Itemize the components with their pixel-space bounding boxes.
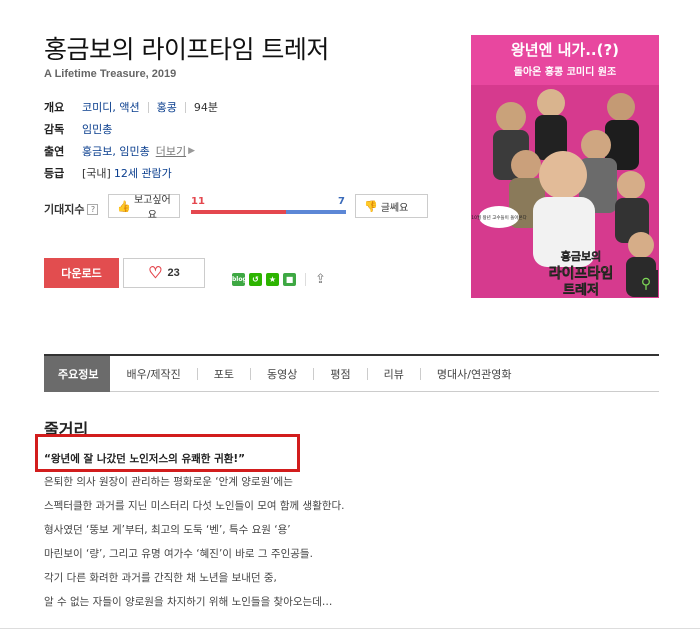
not-sure-button[interactable]: 👎 글쎄요: [355, 194, 428, 218]
synopsis-line: 각기 다른 화려한 과거를 간직한 채 노년을 보내던 중,: [44, 572, 277, 584]
synopsis-line: 형사였던 ‘뚱보 게’부터, 최고의 도둑 ‘벤’, 특수 요원 ‘용’: [44, 524, 291, 536]
cafe-share-icon[interactable]: ↺: [249, 273, 262, 286]
synopsis-text: 은퇴한 의사 원장이 관리하는 평화로운 ‘안계 양로원’에는 스펙터클한 과거…: [44, 470, 464, 614]
thumb-down-icon: 👎: [364, 200, 378, 213]
want-count: 11: [191, 196, 205, 207]
movie-poster[interactable]: 왕년엔 내가..(?) 돌아온 홍콩 코미디 원조 10월 왕년 고수들이 돌아…: [471, 35, 659, 298]
tab-rating[interactable]: 평점: [314, 356, 366, 392]
poster-title-line1: 홍금보의: [561, 249, 601, 263]
overview-label: 개요: [44, 101, 65, 114]
director-label: 감독: [44, 123, 65, 136]
director-link[interactable]: 임민총: [82, 121, 112, 137]
info-row-cast: 출연 홍금보, 임민총 더보기 ▶: [44, 140, 444, 162]
rating-prefix: [국내]: [82, 167, 111, 180]
movie-title: 홍금보의 라이프타임 트레저: [44, 35, 329, 64]
help-icon[interactable]: ?: [87, 203, 99, 215]
thumb-up-icon: 👍: [117, 200, 131, 213]
synopsis-line: 스펙터클한 과거를 지닌 미스터리 다섯 노인들이 모여 함께 생활한다.: [44, 500, 345, 512]
info-row-director: 감독 임민총: [44, 118, 444, 140]
share-icons: blog ↺ ★ ■ ⇪: [232, 272, 326, 287]
zoom-icon[interactable]: ⚲: [634, 270, 658, 297]
chevron-right-icon: ▶: [188, 146, 196, 156]
not-want-bar-fill: [285, 210, 346, 214]
synopsis-line: 마린보이 ‘량’, 그리고 유명 여가수 ‘혜진’이 바로 그 주인공들.: [44, 548, 313, 560]
expectation-label: 기대지수: [44, 203, 85, 216]
poster-title-line2: 라이프타임: [549, 265, 613, 282]
poster-badge: 10월 왕년 고수들이 돌아온다: [471, 214, 527, 221]
tab-bar: 주요정보 배우/제작진 포토 동영상 평점 리뷰 명대사/연관영화: [44, 354, 659, 392]
poster-headline: 왕년엔 내가..(?): [511, 41, 619, 59]
tab-review[interactable]: 리뷰: [368, 356, 420, 392]
share-icon[interactable]: ⇪: [315, 272, 326, 287]
cast-link[interactable]: 홍금보, 임민총: [82, 143, 150, 159]
tab-main-info[interactable]: 주요정보: [44, 355, 111, 392]
want-to-see-button[interactable]: 👍 보고싶어요: [108, 194, 180, 221]
synopsis-quote: “왕년에 잘 나갔던 노인저스의 유쾌한 귀환!”: [44, 453, 246, 465]
info-row-overview: 개요 코미디, 액션 홍콩 94분: [44, 96, 444, 118]
synopsis-line: 은퇴한 의사 원장이 관리하는 평화로운 ‘안계 양로원’에는: [44, 476, 293, 488]
not-want-count: 7: [338, 196, 345, 207]
expectation-widget: 기대지수 ? 👍 보고싶어요 11 7 👎 글쎄요: [44, 194, 434, 224]
runtime: 94분: [193, 101, 218, 114]
poster-tagline: 돌아온 홍콩 코미디 원조: [514, 65, 616, 78]
like-button[interactable]: ♡ 23: [123, 258, 205, 288]
not-want-label: 글쎄요: [380, 202, 409, 214]
tab-quotes-related[interactable]: 명대사/연관영화: [421, 356, 528, 392]
cast-label: 출연: [44, 145, 65, 158]
expectation-bar: [191, 210, 346, 214]
expectation-label-wrap: 기대지수 ?: [44, 201, 99, 217]
cast-more-link[interactable]: 더보기: [156, 143, 186, 159]
want-bar-fill: [191, 210, 286, 214]
star-share-icon[interactable]: ★: [266, 273, 279, 286]
rating-label: 등급: [44, 167, 65, 180]
divider: [184, 101, 186, 113]
download-button[interactable]: 다운로드: [44, 258, 119, 288]
tab-photo[interactable]: 포토: [198, 356, 250, 392]
divider: [147, 101, 149, 113]
movie-subtitle: A Lifetime Treasure, 2019: [44, 68, 177, 80]
blog-share-icon[interactable]: blog: [232, 273, 247, 286]
want-label: 보고싶어요: [133, 195, 171, 221]
info-row-rating: 등급 [국내] 12세 관람가: [44, 162, 444, 184]
tab-video[interactable]: 동영상: [251, 356, 313, 392]
country-link[interactable]: 홍콩: [157, 99, 177, 115]
rating-link[interactable]: 12세 관람가: [114, 165, 172, 181]
poster-title-line3: 트레저: [563, 283, 599, 298]
divider: [305, 273, 306, 286]
synopsis-line: 알 수 없는 자들이 양로원을 차지하기 위해 노인들을 찾아오는데…: [44, 596, 333, 608]
tab-cast-crew[interactable]: 배우/제작진: [110, 356, 196, 392]
like-count: 23: [167, 267, 180, 279]
genre-link[interactable]: 코미디, 액션: [82, 99, 140, 115]
heart-icon: ♡: [148, 265, 163, 282]
divider: [0, 628, 700, 629]
movie-info: 개요 코미디, 액션 홍콩 94분 감독 임민총 출연 홍금보, 임민총 더보기…: [44, 96, 444, 184]
band-share-icon[interactable]: ■: [283, 273, 296, 286]
